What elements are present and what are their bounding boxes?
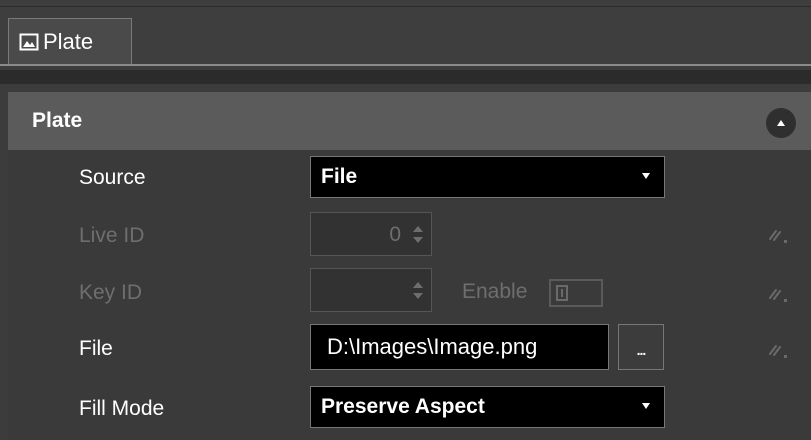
key-id-spinner[interactable] xyxy=(310,268,432,312)
source-dropdown[interactable]: File xyxy=(310,156,665,198)
browse-label: ... xyxy=(636,342,647,358)
source-label: Source xyxy=(79,166,146,189)
top-line xyxy=(0,6,811,7)
spin-down-icon[interactable] xyxy=(413,293,423,299)
divider xyxy=(0,70,811,84)
spin-up-icon[interactable] xyxy=(413,226,423,232)
enable-label: Enable xyxy=(462,280,528,303)
browse-button[interactable]: ... xyxy=(618,324,664,370)
tab-label: Plate xyxy=(43,28,94,54)
file-path-value: D:\Images\Image.png xyxy=(327,334,538,359)
collapse-button[interactable] xyxy=(766,108,796,138)
fill-mode-dropdown[interactable]: Preserve Aspect xyxy=(310,386,665,428)
section-header[interactable]: Plate xyxy=(8,92,811,150)
chevron-down-icon xyxy=(642,173,650,179)
key-id-label: Key ID xyxy=(79,281,143,304)
link-icon[interactable] xyxy=(766,340,790,360)
spin-up-icon[interactable] xyxy=(413,282,423,288)
image-icon xyxy=(19,32,39,52)
live-id-label: Live ID xyxy=(79,224,145,247)
link-icon[interactable] xyxy=(766,284,790,304)
tab-plate[interactable]: Plate xyxy=(8,18,132,64)
file-label: File xyxy=(79,337,113,360)
file-path-input[interactable]: D:\Images\Image.png xyxy=(310,324,609,370)
spin-down-icon[interactable] xyxy=(413,237,423,243)
live-id-spinner[interactable]: 0 xyxy=(310,212,432,256)
section-title: Plate xyxy=(32,109,83,132)
toggle-knob xyxy=(556,285,568,301)
link-icon[interactable] xyxy=(766,225,790,245)
chevron-up-icon xyxy=(777,120,785,126)
source-value: File xyxy=(321,165,358,188)
fill-mode-label: Fill Mode xyxy=(79,397,165,420)
chevron-down-icon xyxy=(642,403,650,409)
live-id-value: 0 xyxy=(389,223,401,246)
tab-underline xyxy=(0,64,811,66)
enable-toggle[interactable] xyxy=(549,279,603,307)
fill-mode-value: Preserve Aspect xyxy=(321,395,485,418)
